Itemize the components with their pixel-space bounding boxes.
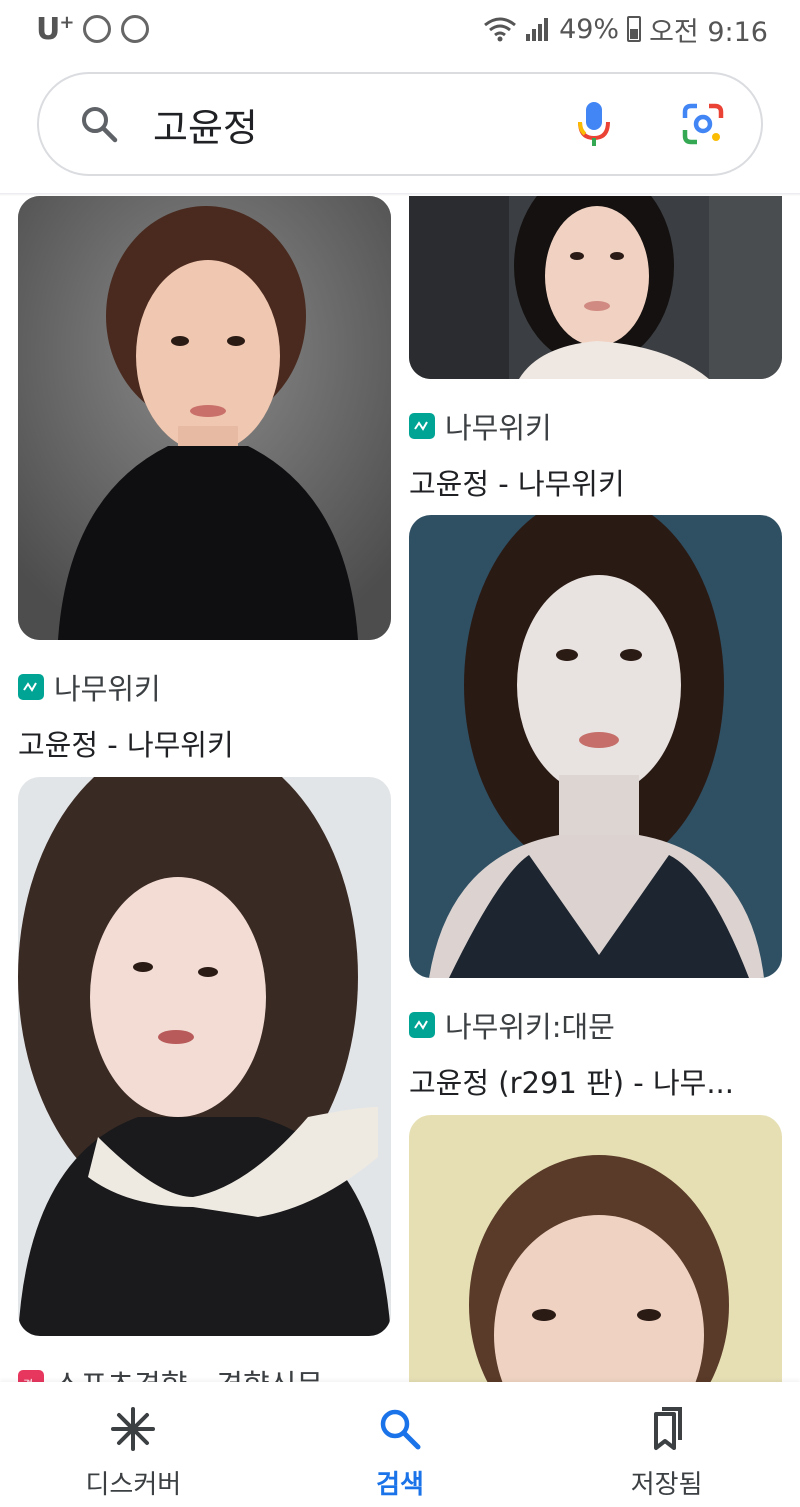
status-right: 49% 오전 9:16 [483,10,768,49]
result-title[interactable]: 고윤정 - 나무위키 [18,722,391,764]
result-image[interactable] [409,196,782,379]
result-title[interactable]: 고윤정 - 나무위키 [409,461,782,503]
nav-discover-label: 디스커버 [85,1470,182,1500]
namuwiki-icon [18,674,44,700]
status-left: U+ [36,11,150,47]
carrier-label: U+ [36,11,74,47]
mic-icon[interactable] [577,100,611,148]
result-image[interactable] [18,196,391,640]
result-image[interactable] [18,777,391,1336]
nav-search[interactable]: 검색 [300,1406,500,1501]
result-title[interactable]: 고윤정 (r291 판) - 나무... [409,1060,782,1102]
result-card[interactable]: 나무위키 고윤정 - 나무위키 [409,196,782,503]
bookmark-icon [653,1407,682,1450]
namuwiki-icon [409,1012,435,1038]
result-source-label: 나무위키 [54,672,161,706]
result-source-label: 나무위키:대문 [445,1010,615,1044]
search-icon [82,107,118,143]
result-source-label: 스포츠경향 - 경향신문 [54,1362,323,1382]
result-image[interactable] [409,1115,782,1382]
status-bar: U+ 49% 오전 9:16 [0,0,800,58]
namuwiki-icon [409,413,435,439]
accessibility-icon [121,15,150,43]
bottom-nav: 디스커버 검색 저장됨 [0,1382,800,1507]
result-card[interactable] [409,1115,782,1382]
lens-icon[interactable] [681,102,725,146]
result-source[interactable]: 나무위키:대문 [409,1004,782,1046]
result-card[interactable]: 나무위키 고윤정 - 나무위키 [18,196,391,764]
signal-icon [526,18,549,41]
nav-saved[interactable]: 저장됨 [567,1406,767,1501]
sportskh-icon: 경 [18,1370,44,1382]
result-source[interactable]: 나무위키 [18,666,391,708]
search-icon [380,1409,421,1450]
battery-icon [627,16,642,42]
search-bar[interactable]: 고윤정 [37,72,763,176]
result-source-label: 나무위키 [445,411,552,445]
battery-percent: 49% [559,13,620,45]
clock: 오전 9:16 [649,16,768,48]
wifi-icon [484,17,517,42]
asterisk-icon [111,1407,156,1451]
chrome-icon [83,15,112,43]
search-query[interactable]: 고윤정 [153,97,577,152]
result-image[interactable] [409,515,782,978]
nav-discover[interactable]: 디스커버 [33,1406,233,1501]
result-card[interactable]: 나무위키:대문 고윤정 (r291 판) - 나무... [409,515,782,1102]
image-results: 나무위키 고윤정 - 나무위키 나무위키 고윤정 - 나무위키 나무위키:대문 … [0,196,800,1382]
nav-saved-label: 저장됨 [630,1470,703,1500]
result-source[interactable]: 나무위키 [409,405,782,447]
result-card[interactable]: 경 스포츠경향 - 경향신문 [18,777,391,1382]
result-source[interactable]: 경 스포츠경향 - 경향신문 [18,1362,391,1382]
nav-search-label: 검색 [376,1470,424,1500]
